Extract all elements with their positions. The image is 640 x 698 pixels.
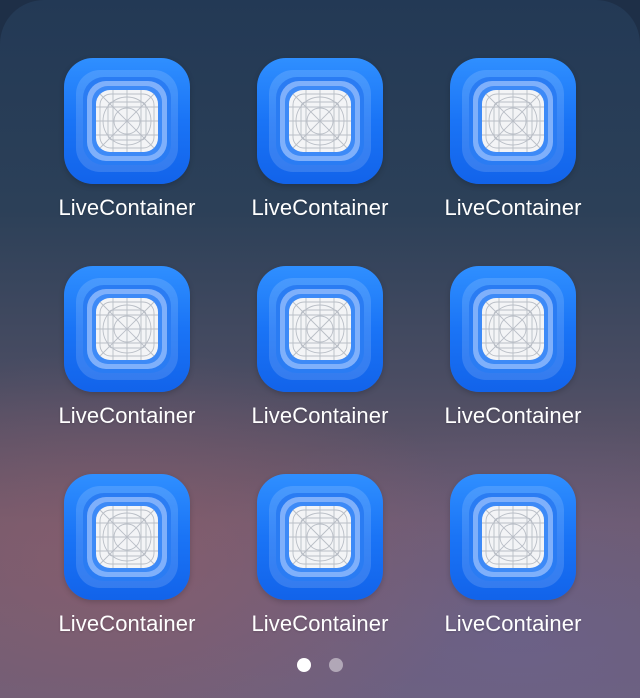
livecontainer-app-icon[interactable]: [64, 58, 190, 184]
livecontainer-app-icon[interactable]: [64, 266, 190, 392]
icon-grid-graphic: [76, 70, 178, 172]
app-livecontainer-3[interactable]: LiveContainer: [417, 58, 609, 248]
icon-grid-graphic: [462, 486, 564, 588]
app-label: LiveContainer: [251, 195, 389, 220]
app-label: LiveContainer: [58, 403, 196, 428]
app-label: LiveContainer: [58, 611, 196, 636]
app-label: LiveContainer: [444, 611, 582, 636]
livecontainer-app-icon[interactable]: [450, 474, 576, 600]
livecontainer-app-icon[interactable]: [450, 266, 576, 392]
app-livecontainer-4[interactable]: LiveContainer: [31, 266, 223, 456]
app-livecontainer-6[interactable]: LiveContainer: [417, 266, 609, 456]
app-label: LiveContainer: [58, 195, 196, 220]
app-folder: LiveContainer LiveContainer LiveContaine…: [0, 0, 640, 698]
page-dot[interactable]: [329, 658, 343, 672]
icon-grid-graphic: [462, 278, 564, 380]
livecontainer-app-icon[interactable]: [450, 58, 576, 184]
app-livecontainer-1[interactable]: LiveContainer: [31, 58, 223, 248]
app-livecontainer-9[interactable]: LiveContainer: [417, 474, 609, 664]
icon-grid-graphic: [269, 278, 371, 380]
livecontainer-app-icon[interactable]: [257, 58, 383, 184]
app-livecontainer-8[interactable]: LiveContainer: [224, 474, 416, 664]
icon-grid-graphic: [462, 70, 564, 172]
app-livecontainer-7[interactable]: LiveContainer: [31, 474, 223, 664]
icon-grid-graphic: [76, 278, 178, 380]
icon-grid-graphic: [269, 70, 371, 172]
app-label: LiveContainer: [251, 611, 389, 636]
app-livecontainer-2[interactable]: LiveContainer: [224, 58, 416, 248]
page-indicator[interactable]: [0, 658, 640, 674]
app-label: LiveContainer: [251, 403, 389, 428]
icon-grid-graphic: [269, 486, 371, 588]
app-label: LiveContainer: [444, 195, 582, 220]
app-label: LiveContainer: [444, 403, 582, 428]
livecontainer-app-icon[interactable]: [257, 266, 383, 392]
page-dot-current[interactable]: [297, 658, 311, 672]
livecontainer-app-icon[interactable]: [64, 474, 190, 600]
livecontainer-app-icon[interactable]: [257, 474, 383, 600]
app-livecontainer-5[interactable]: LiveContainer: [224, 266, 416, 456]
icon-grid-graphic: [76, 486, 178, 588]
